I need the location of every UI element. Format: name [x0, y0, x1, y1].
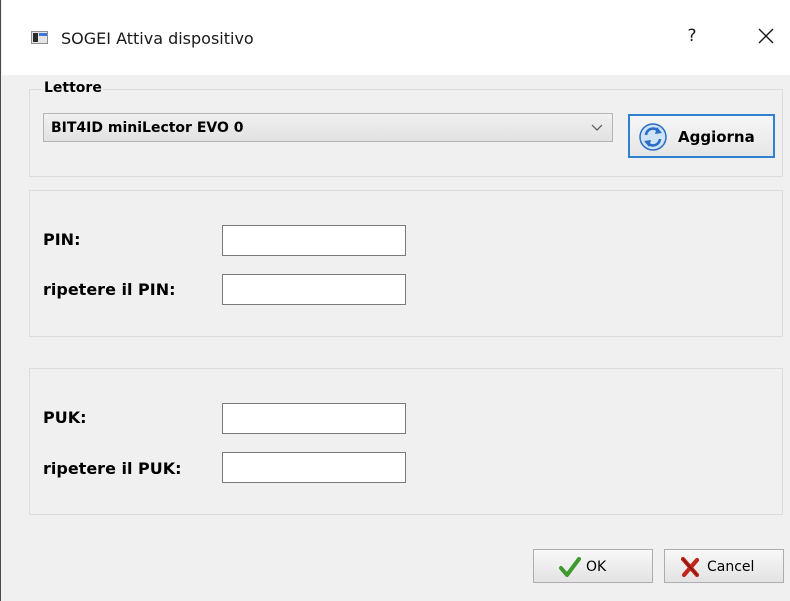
cancel-button[interactable]: Cancel	[664, 549, 784, 583]
pin-label: PIN:	[43, 230, 81, 249]
window-app-icon	[31, 31, 48, 44]
reader-group-legend: Lettore	[43, 80, 103, 96]
pin-input[interactable]	[222, 225, 406, 256]
cancel-button-label: Cancel	[707, 559, 755, 575]
puk-label: PUK:	[43, 408, 87, 427]
dialog-window: SOGEI Attiva dispositivo ? Lettore BIT4I…	[0, 0, 790, 601]
puk-input[interactable]	[222, 403, 406, 434]
refresh-button-label: Aggiorna	[678, 128, 755, 146]
chevron-down-icon	[591, 124, 603, 131]
help-button[interactable]: ?	[680, 23, 704, 49]
window-title: SOGEI Attiva dispositivo	[61, 29, 254, 48]
repeat-pin-input[interactable]	[222, 274, 406, 305]
close-icon	[758, 28, 774, 44]
puk-group	[29, 368, 783, 515]
refresh-button[interactable]: Aggiorna	[628, 114, 775, 158]
refresh-icon	[639, 123, 667, 151]
ok-button[interactable]: OK	[533, 549, 653, 583]
title-bar: SOGEI Attiva dispositivo ?	[2, 0, 790, 75]
checkmark-icon	[559, 557, 581, 577]
close-button[interactable]	[752, 22, 780, 50]
ok-button-label: OK	[586, 559, 607, 575]
repeat-puk-label: ripetere il PUK:	[43, 459, 182, 478]
pin-group	[29, 190, 783, 337]
repeat-puk-input[interactable]	[222, 452, 406, 483]
red-x-icon	[680, 556, 700, 578]
reader-select[interactable]: BIT4ID miniLector EVO 0	[43, 113, 613, 142]
repeat-pin-label: ripetere il PIN:	[43, 280, 176, 299]
reader-select-value: BIT4ID miniLector EVO 0	[51, 120, 244, 136]
